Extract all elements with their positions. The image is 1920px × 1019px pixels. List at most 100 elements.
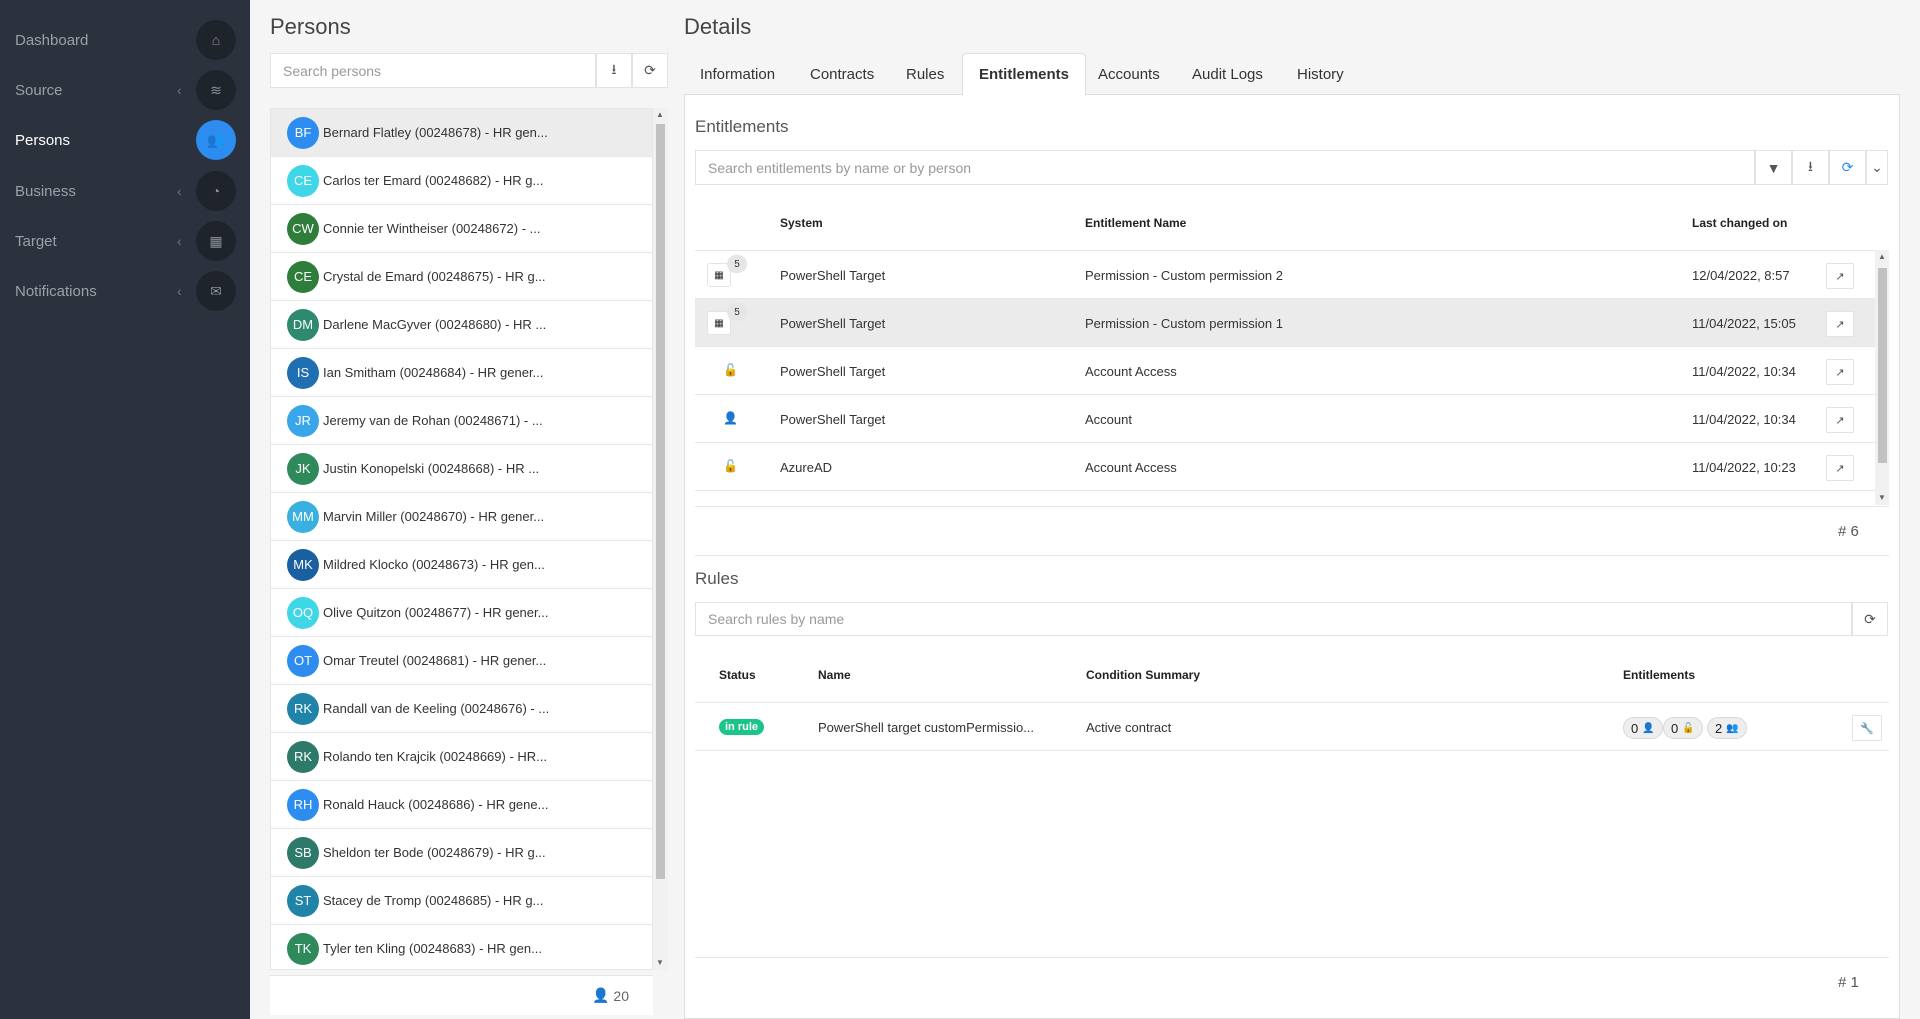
rules-count: # 1 [1838, 974, 1859, 991]
external-link-icon[interactable]: ↗ [1826, 455, 1854, 481]
chevron-down-icon[interactable]: ⌄ [1866, 150, 1888, 185]
external-link-icon[interactable]: ↗ [1826, 311, 1854, 337]
permissions-count-badge: 2 👥 [1707, 717, 1747, 739]
refresh-icon[interactable]: ⟳ [632, 53, 668, 88]
scroll-up-icon[interactable]: ▲ [1878, 252, 1886, 261]
list-item[interactable]: RK Randall van de Keeling (00248676) - ..… [271, 685, 652, 733]
grid-icon[interactable]: ▦ [196, 221, 236, 261]
download-icon[interactable]: ⭳ [596, 53, 632, 88]
person-name: Marvin Miller (00248670) - HR gener... [323, 509, 545, 524]
pie-chart-icon[interactable]: ◔ [196, 171, 236, 211]
layers-icon[interactable]: ≋ [196, 70, 236, 110]
list-item[interactable]: MM Marvin Miller (00248670) - HR gener... [271, 493, 652, 541]
unlock-icon: 🔓 [723, 459, 738, 473]
person-name: Stacey de Tromp (00248685) - HR g... [323, 893, 544, 908]
entitlements-search-input[interactable]: Search entitlements by name or by person [695, 150, 1755, 185]
list-item[interactable]: JK Justin Konopelski (00248668) - HR ... [271, 445, 652, 493]
list-item[interactable]: TK Tyler ten Kling (00248683) - HR gen... [271, 925, 652, 969]
tab-entitlements[interactable]: Entitlements [962, 53, 1087, 96]
tab-information[interactable]: Information [684, 53, 791, 95]
list-item[interactable]: CW Connie ter Wintheiser (00248672) - ... [271, 205, 652, 253]
avatar: CE [287, 260, 319, 293]
table-row[interactable]: 🔓 AzureAD Account Access 11/04/2022, 10:23 ↗ [695, 443, 1875, 491]
sidebar-item-notifications[interactable]: Notifications ‹ ✉ [0, 266, 250, 316]
scrollbar-thumb[interactable] [1878, 268, 1887, 463]
tab-rules[interactable]: Rules [890, 53, 960, 95]
list-item[interactable]: OT Omar Treutel (00248681) - HR gener... [271, 637, 652, 685]
list-item[interactable]: CE Carlos ter Emard (00248682) - HR g... [271, 157, 652, 205]
list-item[interactable]: JR Jeremy van de Rohan (00248671) - ... [271, 397, 652, 445]
avatar: DM [287, 308, 319, 341]
sidebar-item-dashboard[interactable]: Dashboard ⌂ [0, 15, 250, 65]
list-item[interactable]: SB Sheldon ter Bode (00248679) - HR g... [271, 829, 652, 877]
tab-audit-logs[interactable]: Audit Logs [1176, 53, 1279, 95]
sidebar: Dashboard ⌂ Source ‹ ≋ Persons 👥 Business ‹ ◔ Targ… [0, 0, 250, 1019]
avatar: MK [287, 548, 319, 581]
list-item[interactable]: MK Mildred Klocko (00248673) - HR gen... [271, 541, 652, 589]
list-item[interactable]: IS Ian Smitham (00248684) - HR gener... [271, 349, 652, 397]
col-status: Status [719, 668, 756, 682]
list-item[interactable]: BF Bernard Flatley (00248678) - HR gen... [271, 109, 652, 157]
persons-title: Persons [270, 14, 351, 39]
tab-contracts[interactable]: Contracts [794, 53, 890, 95]
list-item[interactable]: DM Darlene MacGyver (00248680) - HR ... [271, 301, 652, 349]
rules-search-input[interactable]: Search rules by name [695, 602, 1852, 636]
entitlements-scrollbar[interactable]: ▲ ▼ [1875, 250, 1889, 505]
entitlement-changed: 11/04/2022, 10:23 [1692, 459, 1796, 475]
avatar: BF [287, 116, 319, 149]
table-row[interactable]: ▦ 5 PowerShell Target Permission - Custom p… [695, 251, 1875, 299]
users-icon[interactable]: 👥 [196, 120, 236, 160]
table-row[interactable]: ▦ 5 PowerShell Target Permission - Custom p… [695, 299, 1875, 347]
person-name: Olive Quitzon (00248677) - HR gener... [323, 605, 549, 620]
external-link-icon[interactable]: ↗ [1826, 407, 1854, 433]
person-name: Mildred Klocko (00248673) - HR gen... [323, 557, 545, 572]
list-item[interactable]: RH Ronald Hauck (00248686) - HR gene... [271, 781, 652, 829]
sidebar-item-target[interactable]: Target ‹ ▦ [0, 216, 250, 266]
refresh-icon[interactable]: ⟳ [1829, 150, 1866, 185]
avatar: CW [287, 212, 319, 245]
rule-row[interactable]: in rule PowerShell target customPermissi… [695, 703, 1889, 751]
table-row[interactable]: 🔓 PowerShell Target Account Access 11/04/20… [695, 347, 1875, 395]
table-row[interactable]: 👤 PowerShell Target Account 11/04/2022, 10:… [695, 395, 1875, 443]
tab-history[interactable]: History [1281, 53, 1360, 95]
external-link-icon[interactable]: ↗ [1826, 263, 1854, 289]
external-link-icon[interactable]: ↗ [1826, 359, 1854, 385]
scrollbar-thumb[interactable] [656, 124, 665, 879]
persons-search-input[interactable]: Search persons [270, 53, 596, 88]
list-item[interactable]: CE Crystal de Emard (00248675) - HR g... [271, 253, 652, 301]
list-item[interactable]: RK Rolando ten Krajcik (00248669) - HR... [271, 733, 652, 781]
download-icon[interactable]: ⭳ [1792, 150, 1829, 185]
filter-icon[interactable]: ▼ [1755, 150, 1792, 185]
sidebar-item-label: Target [15, 232, 57, 250]
tab-accounts[interactable]: Accounts [1082, 53, 1176, 95]
person-name: Ian Smitham (00248684) - HR gener... [323, 365, 544, 380]
entitlement-name: Account Access [1085, 459, 1177, 475]
person-name: Rolando ten Krajcik (00248669) - HR... [323, 749, 548, 764]
refresh-icon[interactable]: ⟳ [1852, 602, 1888, 636]
col-name: Name [818, 668, 851, 682]
wrench-icon[interactable]: 🔧 [1852, 715, 1882, 741]
person-name: Randall van de Keeling (00248676) - ... [323, 701, 550, 716]
envelope-icon[interactable]: ✉ [196, 271, 236, 311]
entitlement-changed: 11/04/2022, 15:05 [1692, 315, 1796, 331]
list-item[interactable]: ST Stacey de Tromp (00248685) - HR g... [271, 877, 652, 925]
accounts-count-badge: 0 👤 [1623, 717, 1663, 739]
sidebar-item-source[interactable]: Source ‹ ≋ [0, 65, 250, 115]
sidebar-item-business[interactable]: Business ‹ ◔ [0, 166, 250, 216]
persons-footer: 👤 20 [270, 975, 653, 1015]
scroll-down-icon[interactable]: ▼ [1878, 493, 1886, 502]
person-name: Tyler ten Kling (00248683) - HR gen... [323, 941, 542, 956]
home-icon[interactable]: ⌂ [196, 20, 236, 60]
sidebar-item-persons[interactable]: Persons 👥 [0, 115, 250, 165]
entitlement-name: Account [1085, 411, 1132, 427]
details-panel [684, 95, 1900, 1019]
person-name: Omar Treutel (00248681) - HR gener... [323, 653, 547, 668]
entitlements-title: Entitlements [695, 117, 789, 136]
scroll-down-icon[interactable]: ▼ [656, 958, 664, 967]
list-item[interactable]: OQ Olive Quitzon (00248677) - HR gener... [271, 589, 652, 637]
person-list-scrollbar[interactable]: ▲ ▼ [653, 108, 668, 970]
person-name: Crystal de Emard (00248675) - HR g... [323, 269, 546, 284]
entitlement-system: PowerShell Target [780, 315, 886, 331]
scroll-up-icon[interactable]: ▲ [656, 110, 664, 119]
details-tabs: Information Contracts Rules Entitlements… [684, 53, 1900, 96]
